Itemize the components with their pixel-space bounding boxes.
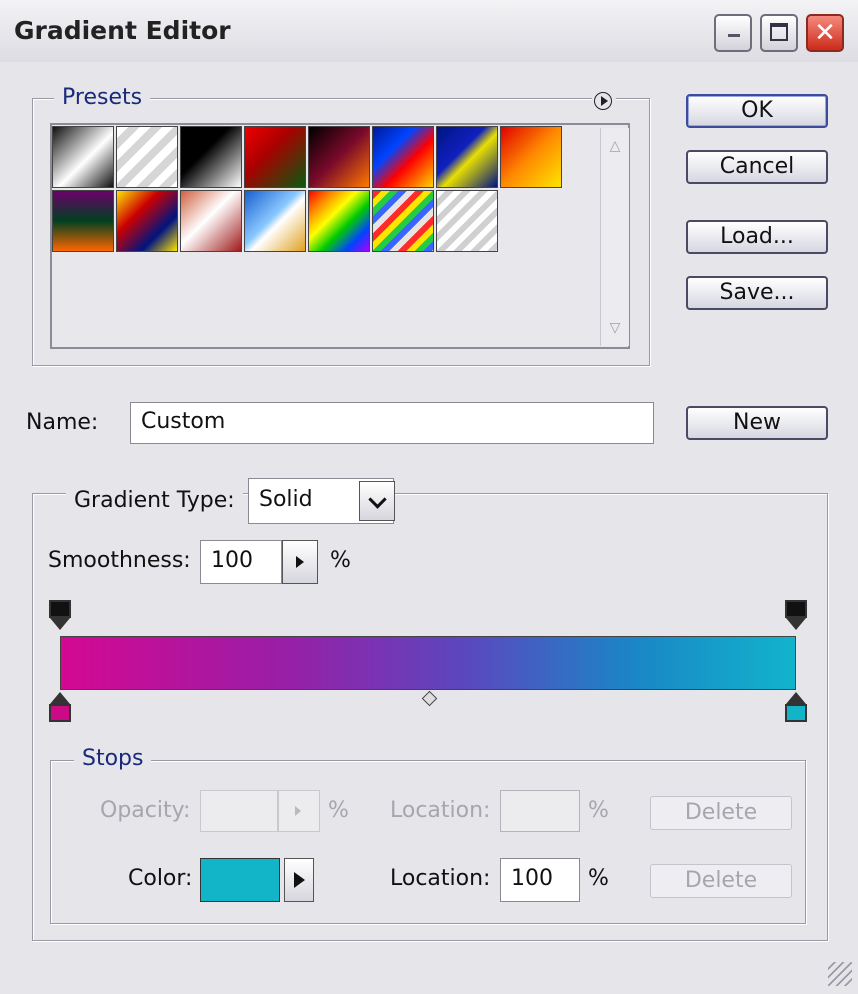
window-title: Gradient Editor [14,16,231,45]
presets-menu-button[interactable] [592,90,616,114]
opacity-location-unit: % [588,798,609,823]
color-label: Color: [128,866,193,891]
preset-swatch[interactable] [52,190,114,252]
title-bar: Gradient Editor ✕ [0,0,858,62]
scroll-up-icon[interactable]: △ [605,136,625,156]
name-label: Name: [26,410,99,435]
presets-scrollbar[interactable]: △ ▽ [600,128,629,346]
preset-swatch[interactable] [180,190,242,252]
color-menu-button[interactable] [284,858,314,902]
ok-button[interactable]: OK [686,94,828,128]
stops-legend: Stops [74,746,152,771]
preset-swatch[interactable] [308,190,370,252]
opacity-field[interactable] [200,790,278,832]
load-button[interactable]: Load... [686,220,828,254]
smoothness-field[interactable]: 100 [200,540,282,584]
play-circle-icon [594,92,612,110]
chevron-down-icon[interactable] [359,481,395,521]
preset-swatch[interactable] [436,190,498,252]
opacity-unit: % [328,798,349,823]
name-field[interactable]: Custom [130,402,654,444]
triangle-right-icon [295,806,301,816]
preset-swatch[interactable] [244,126,306,188]
gradient-editor-window: Gradient Editor ✕ Presets △ ▽ OK Cancel … [0,0,858,994]
gradient-type-label: Gradient Type: [66,488,243,513]
color-location-unit: % [588,866,609,891]
opacity-location-label: Location: [390,798,491,823]
preset-swatch[interactable] [500,126,562,188]
gradient-preview-bar[interactable] [60,636,796,690]
color-location-label: Location: [390,866,491,891]
resize-grip-icon[interactable] [828,962,852,986]
new-button[interactable]: New [686,406,828,440]
opacity-slider-button[interactable] [278,790,320,832]
preset-swatch[interactable] [436,126,498,188]
opacity-label: Opacity: [100,798,191,823]
close-icon: ✕ [814,18,836,48]
preset-swatch[interactable] [116,126,178,188]
preset-swatch[interactable] [180,126,242,188]
presets-legend: Presets [54,85,151,110]
color-swatch[interactable] [200,858,280,902]
smoothness-slider-button[interactable] [282,540,318,584]
minimize-icon [728,34,740,37]
gradient-type-select[interactable]: Solid [248,478,395,524]
color-location-field[interactable]: 100 [500,858,580,902]
gradient-type-value: Solid [259,487,313,512]
smoothness-unit: % [330,548,351,573]
preset-swatch[interactable] [244,190,306,252]
preset-swatch[interactable] [372,190,434,252]
smoothness-label: Smoothness: [48,548,191,573]
maximize-icon [770,23,788,41]
color-delete-button[interactable]: Delete [650,864,792,898]
maximize-button[interactable] [760,14,798,52]
preset-swatch[interactable] [116,190,178,252]
opacity-delete-button[interactable]: Delete [650,796,792,830]
preset-swatch[interactable] [308,126,370,188]
triangle-right-icon [296,556,304,568]
close-button[interactable]: ✕ [806,14,844,52]
preset-swatch[interactable] [372,126,434,188]
save-button[interactable]: Save... [686,276,828,310]
minimize-button[interactable] [714,14,752,52]
preset-swatch[interactable] [52,126,114,188]
stops-group [50,760,806,924]
cancel-button[interactable]: Cancel [686,150,828,184]
scroll-down-icon[interactable]: ▽ [605,318,625,338]
opacity-location-field[interactable] [500,790,580,832]
triangle-right-icon [294,872,305,888]
